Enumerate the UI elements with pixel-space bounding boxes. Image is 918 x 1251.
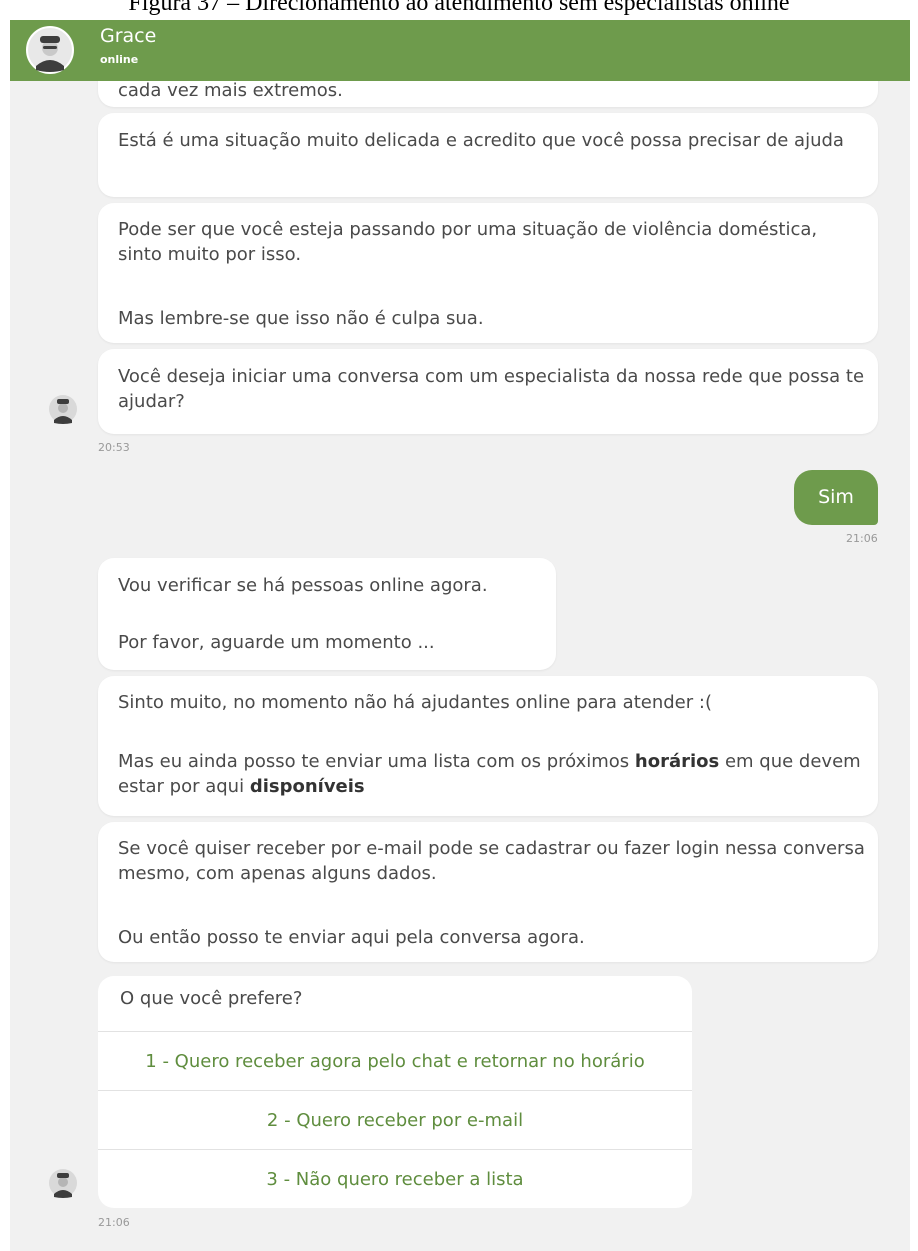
message-timestamp: 20:53 [98,441,130,454]
bot-message: Está é uma situação muito delicada e acr… [98,113,878,197]
message-bold-text: disponíveis [249,776,365,797]
message-bold-text: horários [634,751,720,772]
message-timestamp: 21:06 [846,532,878,545]
message-text: Ou então posso te enviar aqui pela conve… [118,927,585,948]
bot-avatar-icon [49,395,77,424]
chat-header: Grace online [10,20,910,81]
bot-message: Pode ser que você esteja passando por um… [98,203,878,343]
contact-name: Grace [100,25,157,47]
option-button-1[interactable]: 1 - Quero receber agora pelo chat e reto… [98,1031,692,1091]
contact-status: online [100,53,139,66]
message-text: Mas lembre-se que isso não é culpa sua. [118,308,484,329]
question-text: O que você prefere? [120,988,303,1009]
message-text: Está é uma situação muito delicada e acr… [118,130,844,151]
option-button-3[interactable]: 3 - Não quero receber a lista [98,1149,692,1208]
message-text: Se você quiser receber por e-mail pode s… [118,838,865,884]
option-button-2[interactable]: 2 - Quero receber por e-mail [98,1090,692,1150]
quick-reply-card: O que você prefere? 1 - Quero receber ag… [98,976,692,1208]
message-text: Mas eu ainda posso te enviar uma lista c… [118,749,866,799]
figure-caption: Figura 37 – Direcionamento ao atendiment… [128,0,790,16]
message-text: Vou verificar se há pessoas online agora… [118,575,488,596]
bot-avatar-icon [26,26,74,74]
message-text: Sinto muito, no momento não há ajudantes… [118,692,712,713]
bot-message: Vou verificar se há pessoas online agora… [98,558,556,670]
bot-message: Se você quiser receber por e-mail pode s… [98,822,878,962]
message-text-part: Mas eu ainda posso te enviar uma lista c… [118,751,635,772]
message-text: cada vez mais extremos. [118,80,343,101]
message-text: Por favor, aguarde um momento ... [118,632,435,653]
bot-message: Sinto muito, no momento não há ajudantes… [98,676,878,816]
message-text: Você deseja iniciar uma conversa com um … [118,366,865,412]
chat-window: Grace online cada vez mais extremos. Est… [10,20,910,1251]
message-text: Pode ser que você esteja passando por um… [118,219,818,265]
bot-avatar-icon [49,1169,77,1198]
message-timestamp: 21:06 [98,1216,130,1229]
user-message: Sim [794,470,878,525]
bot-message: Você deseja iniciar uma conversa com um … [98,349,878,434]
